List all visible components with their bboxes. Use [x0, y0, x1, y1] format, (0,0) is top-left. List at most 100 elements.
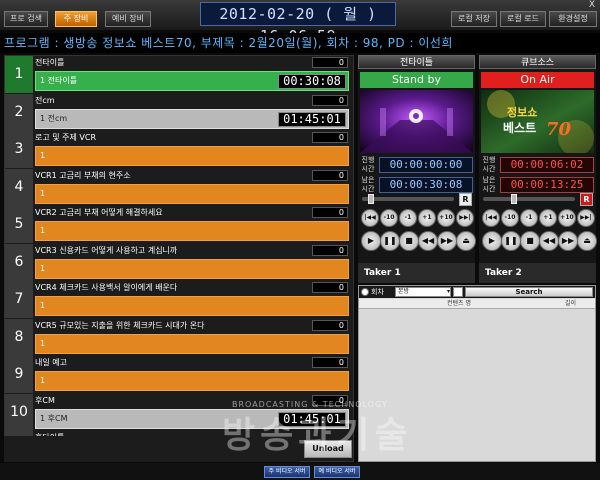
row-clip-label: 1 전cm — [40, 113, 68, 123]
row-clip-bar[interactable]: 1 전타이틀 00:30:08 — [35, 71, 349, 91]
row-title: 로고 및 주제 VCR — [35, 133, 97, 142]
row-clip-bar[interactable]: 1 — [35, 371, 349, 391]
playlist-row[interactable]: 8 VCR5 규모있는 지출을 위한 체크카드 시대가 온다 0 1 — [5, 318, 351, 357]
search-button[interactable]: Search — [465, 287, 593, 297]
search-input[interactable] — [453, 287, 463, 297]
player-1-back-1-button[interactable]: -1 — [399, 209, 417, 227]
row-clip-bar[interactable]: 1 — [35, 258, 349, 279]
player-2-logo-line1: 정보쇼 — [507, 105, 537, 119]
backup-video-server-button[interactable]: 예 비디오 서버 — [314, 466, 360, 478]
episode-radio[interactable] — [361, 288, 369, 296]
row-number: 6 — [5, 243, 33, 281]
row-clip-bar[interactable]: 1 — [35, 146, 349, 166]
row-clip-label: 1 — [40, 338, 46, 348]
player-2-elapsed-time: 00:00:06:02 — [500, 157, 594, 173]
player-2-elapsed-label: 진행 시간 — [482, 156, 496, 173]
playlist-row[interactable]: 6 VCR3 신용카드 어떻게 사용하고 계십니까 0 1 — [5, 243, 351, 282]
row-title: 전타이틀 — [35, 58, 65, 67]
main-video-server-button[interactable]: 주 비디오 서버 — [264, 466, 310, 478]
player-2-slider-knob[interactable] — [511, 194, 517, 204]
row-number: 10 — [5, 393, 33, 431]
row-clip-duration: 01:45:01 — [278, 111, 346, 127]
player-2-status: On Air — [481, 72, 594, 88]
row-count: 0 — [312, 207, 348, 218]
close-icon[interactable]: X — [586, 0, 598, 10]
player-1-slider-knob[interactable] — [368, 194, 374, 204]
row-clip-bar[interactable]: 1 — [35, 333, 349, 354]
row-number: 8 — [5, 318, 33, 356]
player-2-stop-button[interactable]: ■ — [520, 231, 540, 251]
player-1-record-badge[interactable]: R — [459, 193, 472, 206]
player-2-rewind-button[interactable]: ◀◀ — [539, 231, 559, 251]
player-2-fast-forward-button[interactable]: ▶▶ — [558, 231, 578, 251]
taker-2-label: Taker 2 — [479, 263, 596, 283]
player-1-play-button[interactable]: ▶ — [361, 231, 381, 251]
player-2-forward-10-button[interactable]: +10 — [558, 209, 576, 227]
player-1-elapsed-time: 00:00:00:00 — [379, 157, 473, 173]
player-2-logo-line2: 베스트 — [503, 120, 536, 135]
player-2-skip-start-button[interactable]: |◀◀ — [482, 209, 500, 227]
player-2-pause-button[interactable]: ❚❚ — [501, 231, 521, 251]
watermark-logo: 방송과기술 — [222, 415, 413, 456]
player-1-status: Stand by — [360, 72, 473, 88]
player-1-forward-1-button[interactable]: +1 — [418, 209, 436, 227]
player-1-back-10-button[interactable]: -10 — [380, 209, 398, 227]
taker-1-label: Taker 1 — [358, 263, 475, 283]
row-clip-label: 1 후CM — [40, 413, 68, 423]
player-2-seek-slider[interactable] — [483, 194, 575, 204]
player-2-record-badge[interactable]: R — [580, 193, 593, 206]
playlist-row[interactable]: 4 VCR1 고금리 부채의 현주소 0 1 — [5, 168, 351, 207]
playlist-row[interactable]: 9 내일 예고 0 1 — [5, 356, 351, 394]
row-number: 1 — [5, 56, 33, 93]
player-2-forward-1-button[interactable]: +1 — [539, 209, 557, 227]
chevron-down-icon: ▾ — [446, 288, 450, 295]
player-1-fast-forward-button[interactable]: ▶▶ — [437, 231, 457, 251]
row-title: VCR5 규모있는 지출을 위한 체크카드 시대가 온다 — [35, 320, 205, 330]
playlist-row[interactable]: 1 전타이틀 0 1 전타이틀 00:30:08 — [5, 56, 351, 94]
row-count: 0 — [312, 94, 348, 106]
row-clip-bar[interactable]: 1 — [35, 221, 349, 241]
player-2-remain-time: 00:00:13:25 — [500, 177, 594, 193]
row-number: 9 — [5, 356, 33, 393]
player-1-stop-button[interactable]: ■ — [399, 231, 419, 251]
player-2-play-button[interactable]: ▶ — [482, 231, 502, 251]
player-1-skip-end-button[interactable]: ▶▶| — [456, 209, 474, 227]
results-header: 컨텐츠 명 길이 — [359, 299, 595, 309]
player-1-pause-button[interactable]: ❚❚ — [380, 231, 400, 251]
row-count: 0 — [312, 244, 348, 256]
row-clip-bar[interactable]: 1 — [35, 183, 349, 204]
settings-button[interactable]: 환경설정 — [549, 11, 597, 27]
local-save-button[interactable]: 로컬 저장 — [451, 11, 497, 27]
player-1-skip-start-button[interactable]: |◀◀ — [361, 209, 379, 227]
player-2-skip-end-button[interactable]: ▶▶| — [577, 209, 595, 227]
main-equipment-button[interactable]: 주 장비 — [55, 11, 97, 27]
broadcast-type-select[interactable]: 본방 ▾ — [395, 287, 451, 297]
player-1: 전타이틀 Stand by 진행 시간 00:00:00:00 남은 시간 00:0… — [358, 55, 476, 263]
row-title: VCR3 신용카드 어떻게 사용하고 계십니까 — [35, 245, 178, 255]
row-clip-label: 1 — [40, 301, 46, 310]
row-number: 3 — [5, 131, 33, 168]
row-count: 0 — [312, 57, 348, 68]
playlist-row[interactable]: 7 VCR4 체크카드 사용백서 알이에게 배운다 0 1 — [5, 281, 351, 319]
status-bar: 주 비디오 서버 예 비디오 서버 — [0, 463, 600, 480]
row-count: 0 — [312, 319, 348, 331]
playlist-row[interactable]: 3 로고 및 주제 VCR 0 1 — [5, 131, 351, 169]
player-1-rewind-button[interactable]: ◀◀ — [418, 231, 438, 251]
player-1-preview — [360, 90, 473, 153]
player-2-back-10-button[interactable]: -10 — [501, 209, 519, 227]
player-2-eject-button[interactable]: ⏏ — [577, 231, 597, 251]
program-search-button[interactable]: 프로 검색 — [4, 11, 48, 27]
player-1-forward-10-button[interactable]: +10 — [437, 209, 455, 227]
player-1-eject-button[interactable]: ⏏ — [456, 231, 476, 251]
player-1-seek-slider[interactable] — [362, 194, 454, 204]
playlist-row[interactable]: 5 VCR2 고금리 부채 어떻게 해결하세요 0 1 — [5, 206, 351, 244]
row-clip-duration: 00:30:08 — [278, 74, 346, 89]
player-2-back-1-button[interactable]: -1 — [520, 209, 538, 227]
row-clip-bar[interactable]: 1 — [35, 296, 349, 316]
backup-equipment-button[interactable]: 예비 장비 — [105, 11, 151, 27]
playlist-row[interactable]: 2 전cm 0 1 전cm 01:45:01 — [5, 93, 351, 132]
broadcast-type-value: 본방 — [398, 288, 410, 295]
row-clip-label: 1 — [40, 263, 46, 273]
row-clip-bar[interactable]: 1 전cm 01:45:01 — [35, 108, 349, 129]
local-load-button[interactable]: 로컬 로드 — [500, 11, 546, 27]
